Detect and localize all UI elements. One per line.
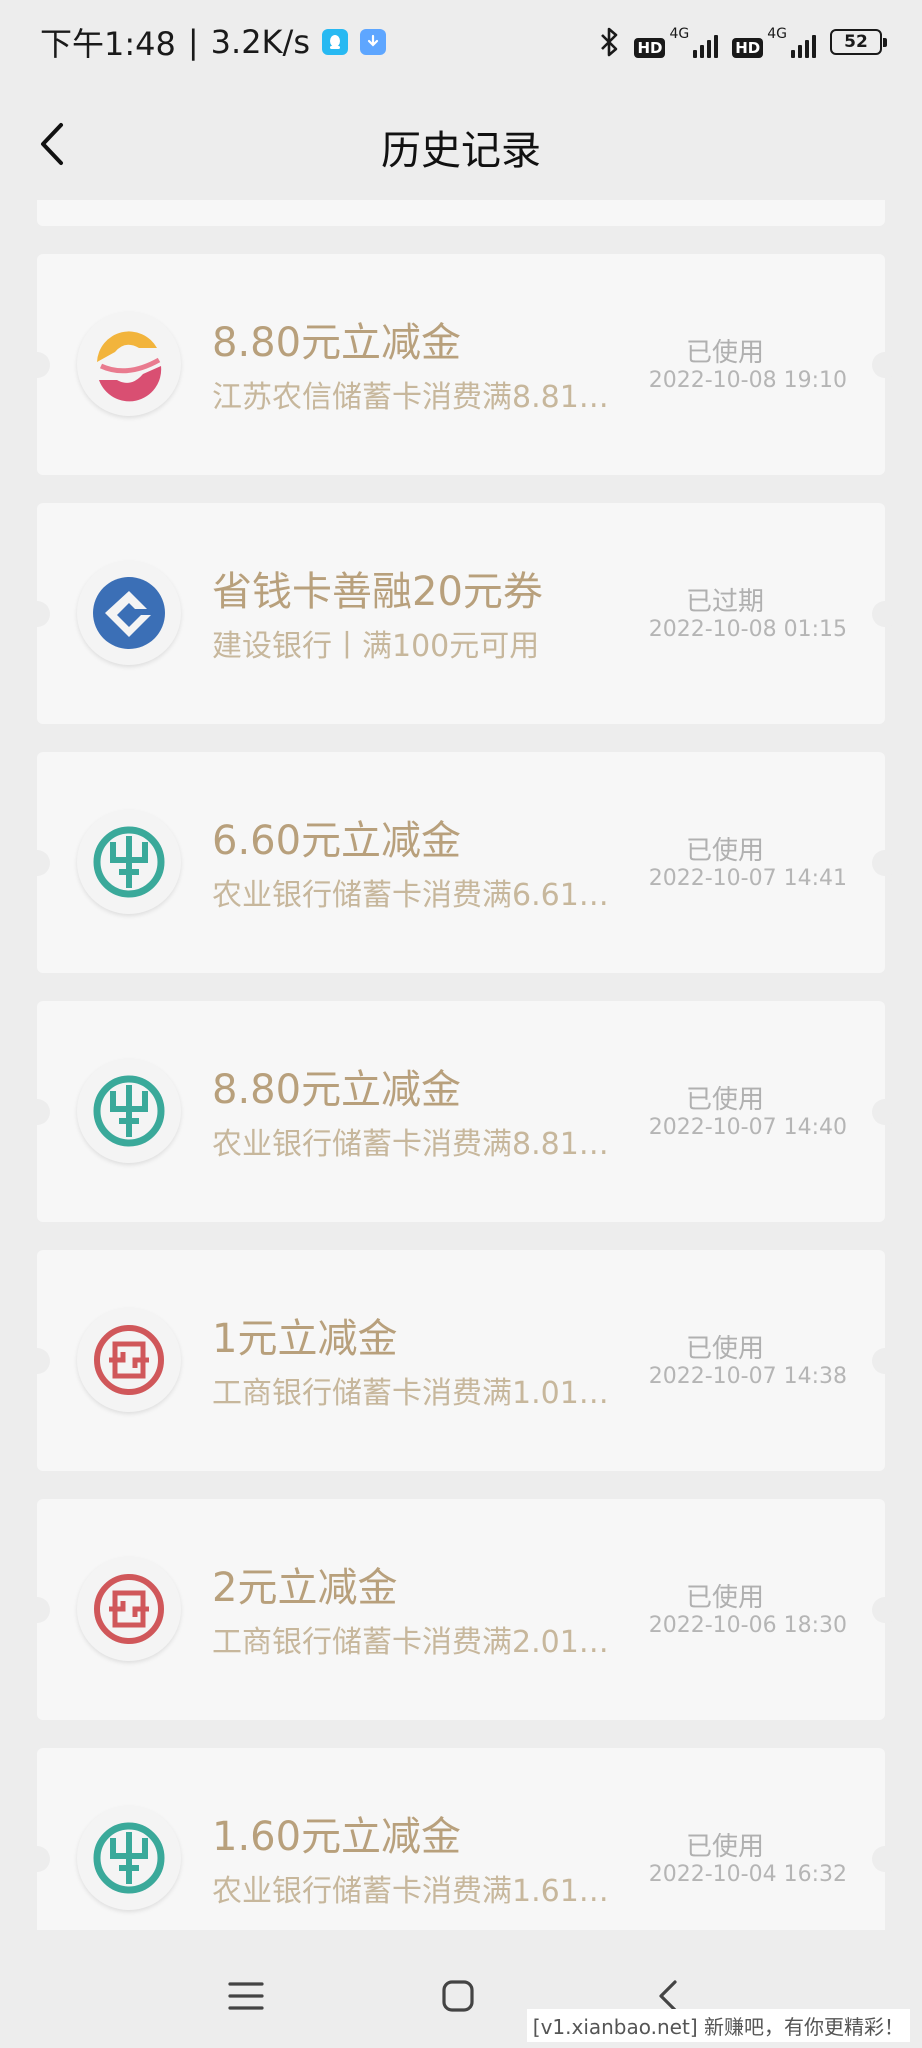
coupon-title: 6.60元立减金 (212, 818, 462, 864)
separator: | (187, 23, 199, 61)
download-icon (359, 29, 386, 55)
coupon-subtitle: 农业银行储蓄卡消费满8.81… (212, 1127, 609, 1162)
page-title: 历史记录 (381, 128, 541, 174)
coupon-subtitle: 工商银行储蓄卡消费满2.01… (212, 1625, 609, 1660)
coupon-title: 省钱卡善融20元券 (212, 569, 543, 615)
battery-icon: 52 (830, 29, 887, 55)
card-notch (24, 1846, 50, 1872)
status-badge: 已过期 (685, 587, 764, 617)
home-button[interactable] (428, 1966, 488, 2026)
nav-bar: 历史记录 (0, 84, 922, 204)
card-notch (24, 601, 50, 627)
list-item-partial (37, 200, 885, 226)
coupon-title: 2元立减金 (212, 1565, 398, 1611)
network-speed: 3.2K/s (210, 23, 310, 61)
home-square-icon (442, 1980, 474, 2012)
network-type-2: 4G (767, 26, 787, 42)
back-triangle-icon (659, 1980, 677, 2012)
card-notch (24, 1348, 50, 1374)
card-notch (872, 1846, 898, 1872)
history-card[interactable]: 1.60元立减金 农业银行储蓄卡消费满1.61… 已使用 2022-10-04 … (24, 1748, 898, 1930)
screen: 下午1:48 | 3.2K/s HD 4G HD 4G 52 历史记录 8.80… (0, 0, 922, 2048)
icbc-logo-icon (77, 1557, 181, 1661)
card-notch (872, 1348, 898, 1374)
menu-button[interactable] (216, 1966, 276, 2026)
card-notch (24, 352, 50, 378)
record-time: 2022-10-07 14:38 (648, 1364, 847, 1389)
bluetooth-icon (601, 27, 618, 57)
qq-notification-icon (321, 29, 348, 55)
record-time: 2022-10-06 18:30 (648, 1613, 847, 1638)
signal-2: HD 4G (732, 26, 816, 58)
card-notch (872, 601, 898, 627)
card-notch (872, 850, 898, 876)
record-time: 2022-10-04 16:32 (648, 1862, 847, 1887)
hd-badge-1: HD (634, 38, 666, 58)
abc-logo-icon (77, 1059, 181, 1163)
card-notch (24, 1099, 50, 1125)
status-badge: 已使用 (685, 1085, 764, 1115)
card-notch (872, 352, 898, 378)
status-right: HD 4G HD 4G 52 (598, 26, 887, 58)
status-badge: 已使用 (685, 1583, 764, 1613)
status-left: 下午1:48 | 3.2K/s (40, 19, 386, 65)
watermark: [v1.xianbao.net] 新赚吧，有你更精彩！ (526, 2009, 910, 2042)
history-list[interactable]: 8.80元立减金 江苏农信储蓄卡消费满8.81… 已使用 2022-10-08 … (0, 200, 922, 1930)
coupon-title: 8.80元立减金 (212, 320, 462, 366)
history-card[interactable]: 8.80元立减金 农业银行储蓄卡消费满8.81… 已使用 2022-10-07 … (24, 1001, 898, 1222)
history-card[interactable]: 1元立减金 工商银行储蓄卡消费满1.01… 已使用 2022-10-07 14:… (24, 1250, 898, 1471)
record-time: 2022-10-07 14:40 (648, 1115, 847, 1140)
ccb-logo-icon (77, 561, 181, 665)
network-type-1: 4G (669, 26, 690, 42)
coupon-subtitle: 农业银行储蓄卡消费满6.61… (212, 878, 609, 913)
jiangsu-rural-bank-logo-icon (77, 312, 181, 416)
card-notch (24, 1597, 50, 1623)
status-badge: 已使用 (685, 1334, 764, 1364)
record-time: 2022-10-08 19:10 (648, 368, 847, 393)
menu-icon (228, 1982, 264, 2010)
signal-1: HD 4G (634, 26, 719, 58)
signal-bars-1-icon (693, 32, 719, 58)
coupon-subtitle: 建设银行丨满100元可用 (212, 629, 540, 664)
signal-bars-2-icon (791, 32, 816, 58)
history-card[interactable]: 2元立减金 工商银行储蓄卡消费满2.01… 已使用 2022-10-06 18:… (24, 1499, 898, 1720)
status-badge: 已使用 (685, 1832, 764, 1862)
card-notch (872, 1099, 898, 1125)
coupon-subtitle: 工商银行储蓄卡消费满1.01… (212, 1376, 609, 1411)
status-badge: 已使用 (685, 836, 764, 866)
status-badge: 已使用 (685, 338, 764, 368)
clock: 下午1:48 (40, 25, 176, 63)
coupon-title: 1元立减金 (212, 1316, 398, 1362)
icbc-logo-icon (77, 1308, 181, 1412)
record-time: 2022-10-08 01:15 (648, 617, 847, 642)
system-nav-bar: [v1.xianbao.net] 新赚吧，有你更精彩！ (0, 1930, 922, 2048)
hd-badge-2: HD (732, 38, 764, 58)
battery-level: 52 (844, 32, 868, 52)
card-notch (24, 850, 50, 876)
history-card[interactable]: 6.60元立减金 农业银行储蓄卡消费满6.61… 已使用 2022-10-07 … (24, 752, 898, 973)
abc-logo-icon (77, 1806, 181, 1910)
history-card[interactable]: 8.80元立减金 江苏农信储蓄卡消费满8.81… 已使用 2022-10-08 … (24, 254, 898, 475)
coupon-subtitle: 农业银行储蓄卡消费满1.61… (212, 1874, 609, 1909)
coupon-title: 1.60元立减金 (212, 1814, 462, 1860)
record-time: 2022-10-07 14:41 (648, 866, 847, 891)
coupon-title: 8.80元立减金 (212, 1067, 462, 1113)
status-bar: 下午1:48 | 3.2K/s HD 4G HD 4G 52 (0, 0, 922, 84)
abc-logo-icon (77, 810, 181, 914)
coupon-subtitle: 江苏农信储蓄卡消费满8.81… (212, 380, 609, 415)
card-notch (872, 1597, 898, 1623)
history-card[interactable]: 省钱卡善融20元券 建设银行丨满100元可用 已过期 2022-10-08 01… (24, 503, 898, 724)
